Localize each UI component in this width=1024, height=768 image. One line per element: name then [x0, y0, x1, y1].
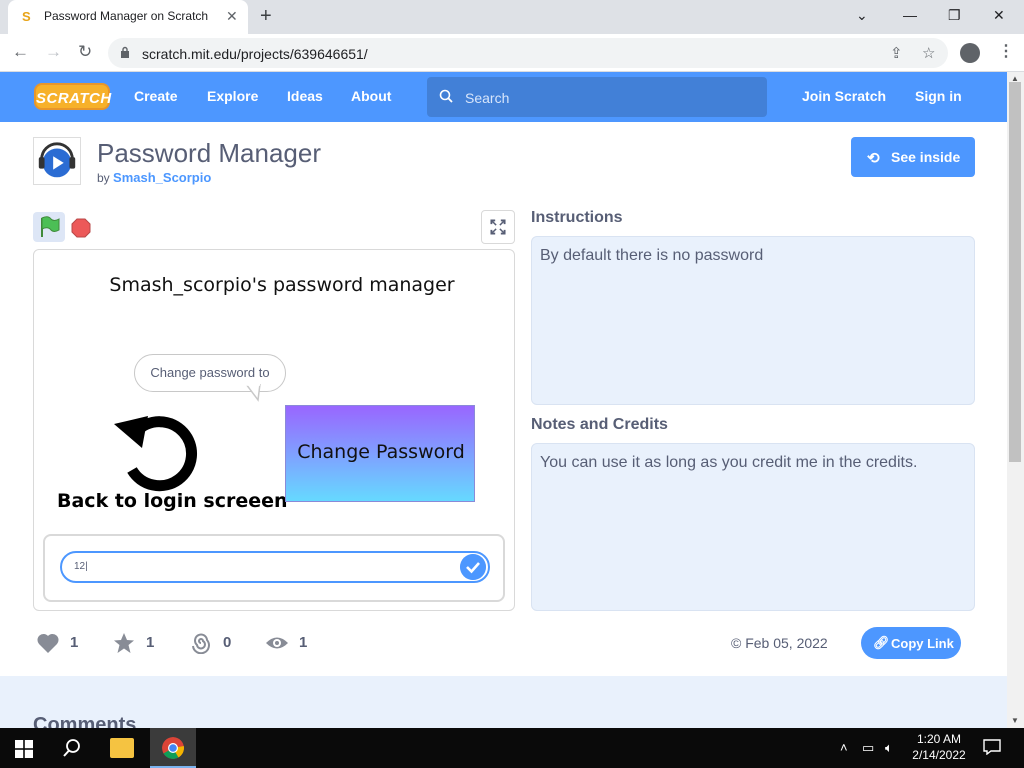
back-to-login-label[interactable]: Back to login screeen — [57, 490, 288, 512]
remix-icon — [192, 633, 210, 654]
close-window-button[interactable]: ✕ — [993, 6, 1005, 24]
speech-bubble-tail — [246, 384, 261, 402]
change-password-label: Change Password — [297, 441, 465, 463]
notifications-icon[interactable] — [983, 739, 1001, 755]
instructions-heading: Instructions — [531, 209, 623, 226]
comments-heading: Comments — [33, 714, 137, 728]
show-hidden-icons-chevron-icon[interactable]: ˄ — [840, 740, 848, 755]
scroll-thumb[interactable] — [1009, 82, 1021, 462]
back-undo-icon[interactable] — [112, 402, 202, 492]
file-explorer-icon[interactable] — [110, 738, 134, 758]
reload-icon[interactable]: ↻ — [78, 42, 92, 62]
instructions-text: By default there is no password — [540, 247, 764, 264]
instructions-panel[interactable]: By default there is no password — [531, 236, 975, 405]
scratch-favicon-icon: S — [22, 9, 31, 24]
views-eye-icon — [266, 637, 288, 649]
project-byline: by Smash_Scorpio — [97, 170, 211, 185]
copy-link-label: Copy Link — [891, 636, 954, 651]
clock-date: 2/14/2022 — [912, 748, 966, 762]
nav-explore[interactable]: Explore — [207, 88, 258, 104]
project-stage[interactable]: Smash_scorpio's password manager Change … — [33, 249, 515, 611]
windows-taskbar: ˄ ▭ 🔈︎ 1:20 AM 2/14/2022 — [0, 728, 1024, 768]
fullscreen-icon — [490, 219, 506, 235]
copy-link-button[interactable]: 🔗︎ Copy Link — [861, 627, 961, 659]
nav-about[interactable]: About — [351, 88, 391, 104]
link-icon: 🔗︎ — [873, 635, 890, 650]
star-icon[interactable]: ☆ — [922, 44, 935, 62]
volume-icon[interactable]: 🔈︎ — [885, 740, 893, 756]
taskbar-search-icon[interactable] — [62, 738, 82, 758]
share-icon[interactable]: ⇪ — [890, 44, 903, 62]
search-icon — [439, 89, 453, 103]
ask-prompt-box: 12| — [43, 534, 505, 602]
lock-icon — [121, 46, 129, 58]
browser-tab[interactable]: S Password Manager on Scratch ✕ — [8, 0, 248, 34]
scratch-page: SCRATCH Create Explore Ideas About Searc… — [0, 72, 1007, 728]
tab-search-chevron-icon[interactable]: ⌄ — [856, 6, 868, 24]
new-tab-button[interactable]: + — [260, 5, 272, 27]
chrome-icon — [162, 737, 184, 759]
share-date: © Feb 05, 2022 — [731, 635, 828, 651]
scratch-navbar: SCRATCH Create Explore Ideas About Searc… — [0, 72, 1007, 122]
see-inside-label: See inside — [891, 149, 961, 165]
nav-create[interactable]: Create — [134, 88, 178, 104]
submit-check-icon[interactable] — [460, 554, 486, 580]
comments-section — [0, 676, 1007, 728]
remixes-count: 0 — [223, 634, 232, 651]
stage-title: Smash_scorpio's password manager — [109, 274, 455, 296]
taskbar-chrome-button[interactable] — [150, 728, 196, 768]
forward-arrow-icon[interactable]: → — [45, 42, 62, 62]
windows-icon[interactable] — [15, 740, 33, 758]
notes-heading: Notes and Credits — [531, 416, 668, 433]
nav-ideas[interactable]: Ideas — [287, 88, 323, 104]
views-count: 1 — [299, 634, 308, 651]
page-scrollbar[interactable]: ▲ ▼ — [1007, 72, 1024, 728]
scroll-down-arrow-icon[interactable]: ▼ — [1011, 716, 1019, 725]
search-input[interactable]: Search — [427, 77, 767, 117]
close-tab-icon[interactable]: ✕ — [226, 7, 238, 25]
heart-icon — [37, 633, 59, 653]
tab-title: Password Manager on Scratch — [44, 9, 209, 23]
notes-panel[interactable]: You can use it as long as you credit me … — [531, 443, 975, 611]
notes-text: You can use it as long as you credit me … — [540, 454, 918, 471]
browser-toolbar: ← → ↻ scratch.mit.edu/projects/639646651… — [0, 34, 1024, 72]
tab-strip: S Password Manager on Scratch ✕ + ⌄ — ❐ … — [0, 0, 1024, 34]
favorites-count: 1 — [146, 634, 155, 651]
network-icon[interactable]: ▭ — [862, 740, 874, 756]
scratch-logo[interactable]: SCRATCH — [34, 83, 111, 110]
back-arrow-icon[interactable]: ← — [12, 42, 29, 62]
minimize-button[interactable]: — — [903, 6, 917, 24]
address-bar[interactable]: scratch.mit.edu/projects/639646651/ ⇪ ☆ — [108, 38, 948, 68]
remix-arrows-icon: ⟲ — [867, 150, 880, 167]
stop-icon[interactable] — [71, 218, 91, 238]
favorite-star-icon — [114, 633, 134, 653]
project-author-avatar[interactable] — [33, 137, 81, 185]
profile-icon[interactable] — [960, 43, 980, 63]
maximize-button[interactable]: ❐ — [948, 6, 961, 24]
green-flag-icon — [41, 216, 60, 237]
author-link[interactable]: Smash_Scorpio — [113, 170, 211, 185]
see-inside-button[interactable]: ⟲ See inside — [851, 137, 975, 177]
byline-prefix: by — [97, 171, 110, 185]
clock-time: 1:20 AM — [916, 732, 962, 746]
sign-in-link[interactable]: Sign in — [915, 88, 962, 104]
fullscreen-button[interactable] — [481, 210, 515, 244]
change-password-sprite[interactable]: Change Password — [285, 405, 475, 502]
menu-icon[interactable]: ⋮ — [998, 41, 1014, 61]
ask-answer-input[interactable]: 12| — [60, 551, 490, 583]
loves-count: 1 — [70, 634, 79, 651]
project-title: Password Manager — [97, 138, 321, 168]
url-text: scratch.mit.edu/projects/639646651/ — [142, 46, 368, 62]
green-flag-button[interactable] — [33, 212, 65, 242]
system-clock[interactable]: 1:20 AM 2/14/2022 — [900, 731, 978, 763]
join-scratch-link[interactable]: Join Scratch — [802, 88, 886, 104]
search-placeholder: Search — [465, 90, 510, 106]
